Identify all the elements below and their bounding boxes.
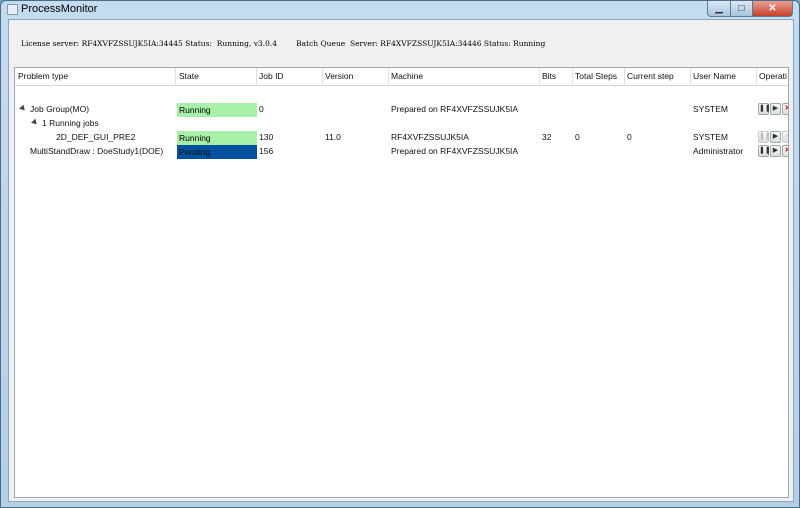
column-header-state[interactable]: State xyxy=(179,71,199,81)
current-step-cell: 0 xyxy=(627,132,632,142)
play-icon[interactable]: ▶ xyxy=(770,131,781,143)
job-id-cell: 0 xyxy=(259,104,264,114)
state-badge-running: Running xyxy=(177,131,257,145)
table-row[interactable]: 1 Running jobs xyxy=(15,117,788,131)
problem-type-cell: MultiStandDraw : DoeStudy1(DOE) xyxy=(30,146,164,156)
total-steps-cell: 0 xyxy=(575,132,580,142)
stop-icon[interactable]: ✕ xyxy=(782,103,788,115)
problem-type-cell: 2D_DEF_GUI_PRE2 xyxy=(56,132,136,142)
app-icon xyxy=(7,4,18,15)
maximize-button[interactable]: □ xyxy=(731,1,753,17)
close-button[interactable]: ✕ xyxy=(753,1,793,17)
user-name-cell: SYSTEM xyxy=(693,104,728,114)
column-header-total-steps[interactable]: Total Steps xyxy=(575,71,617,81)
minimize-button[interactable]: ▁ xyxy=(707,1,731,17)
column-header-user-name[interactable]: User Name xyxy=(693,71,736,81)
stop-icon[interactable]: ✕ xyxy=(782,131,788,143)
machine-cell: Prepared on RF4XVFZSSUJK5IA xyxy=(391,104,519,114)
column-header-version[interactable]: Version xyxy=(325,71,353,81)
user-name-cell: SYSTEM xyxy=(693,132,728,142)
bits-cell: 32 xyxy=(542,132,552,142)
window-title: ProcessMonitor xyxy=(21,3,98,15)
status-line: License server: RF4XVFZSSUJK5IA:34445 St… xyxy=(21,39,545,48)
column-header-bits[interactable]: Bits xyxy=(542,71,556,81)
pause-icon[interactable]: ❚❚ xyxy=(758,131,771,143)
table-row[interactable]: MultiStandDraw : DoeStudy1(DOE) Pending … xyxy=(15,145,788,159)
job-id-cell: 156 xyxy=(259,146,274,156)
state-badge-pending: Pending xyxy=(177,145,257,159)
play-icon[interactable]: ▶ xyxy=(770,145,781,157)
table-row[interactable]: 2D_DEF_GUI_PRE2 Running 130 11.0 RF4XVFZ… xyxy=(15,131,788,145)
pause-icon[interactable]: ❚❚ xyxy=(758,145,771,157)
problem-type-cell: 1 Running jobs xyxy=(42,118,99,128)
play-icon[interactable]: ▶ xyxy=(770,103,781,115)
batch-queue-status: Batch Queue Server: RF4XVFZSSUJK5IA:3444… xyxy=(296,39,546,48)
grid-header: Problem type State Job ID Version Machin… xyxy=(15,68,788,86)
jobs-grid: Problem type State Job ID Version Machin… xyxy=(14,67,789,498)
column-header-machine[interactable]: Machine xyxy=(391,71,423,81)
process-monitor-window: ProcessMonitor ▁ □ ✕ License server: RF4… xyxy=(0,0,800,508)
state-badge-running: Running xyxy=(177,103,257,117)
caption-buttons: ▁ □ ✕ xyxy=(707,1,793,17)
problem-type-cell: Job Group(MO) xyxy=(30,104,90,114)
machine-cell: Prepared on RF4XVFZSSUJK5IA xyxy=(391,146,519,156)
collapse-icon[interactable] xyxy=(19,104,27,113)
version-cell: 11.0 xyxy=(325,132,341,142)
column-header-current-step[interactable]: Current step xyxy=(627,71,674,81)
collapse-icon[interactable] xyxy=(31,118,39,127)
column-header-operations[interactable]: Operati xyxy=(759,71,787,81)
column-header-job-id[interactable]: Job ID xyxy=(259,71,284,81)
license-status: License server: RF4XVFZSSUJK5IA:34445 St… xyxy=(21,39,278,48)
machine-cell: RF4XVFZSSUJK5IA xyxy=(391,132,469,142)
client-area: License server: RF4XVFZSSUJK5IA:34445 St… xyxy=(8,19,794,502)
table-row[interactable]: Job Group(MO) Running 0 Prepared on RF4X… xyxy=(15,103,788,117)
stop-icon[interactable]: ✕ xyxy=(782,145,788,157)
pause-icon[interactable]: ❚❚ xyxy=(758,103,771,115)
user-name-cell: Administrator xyxy=(693,146,744,156)
column-header-problem-type[interactable]: Problem type xyxy=(18,71,68,81)
job-id-cell: 130 xyxy=(259,132,274,142)
title-bar[interactable]: ProcessMonitor ▁ □ ✕ xyxy=(1,1,799,19)
